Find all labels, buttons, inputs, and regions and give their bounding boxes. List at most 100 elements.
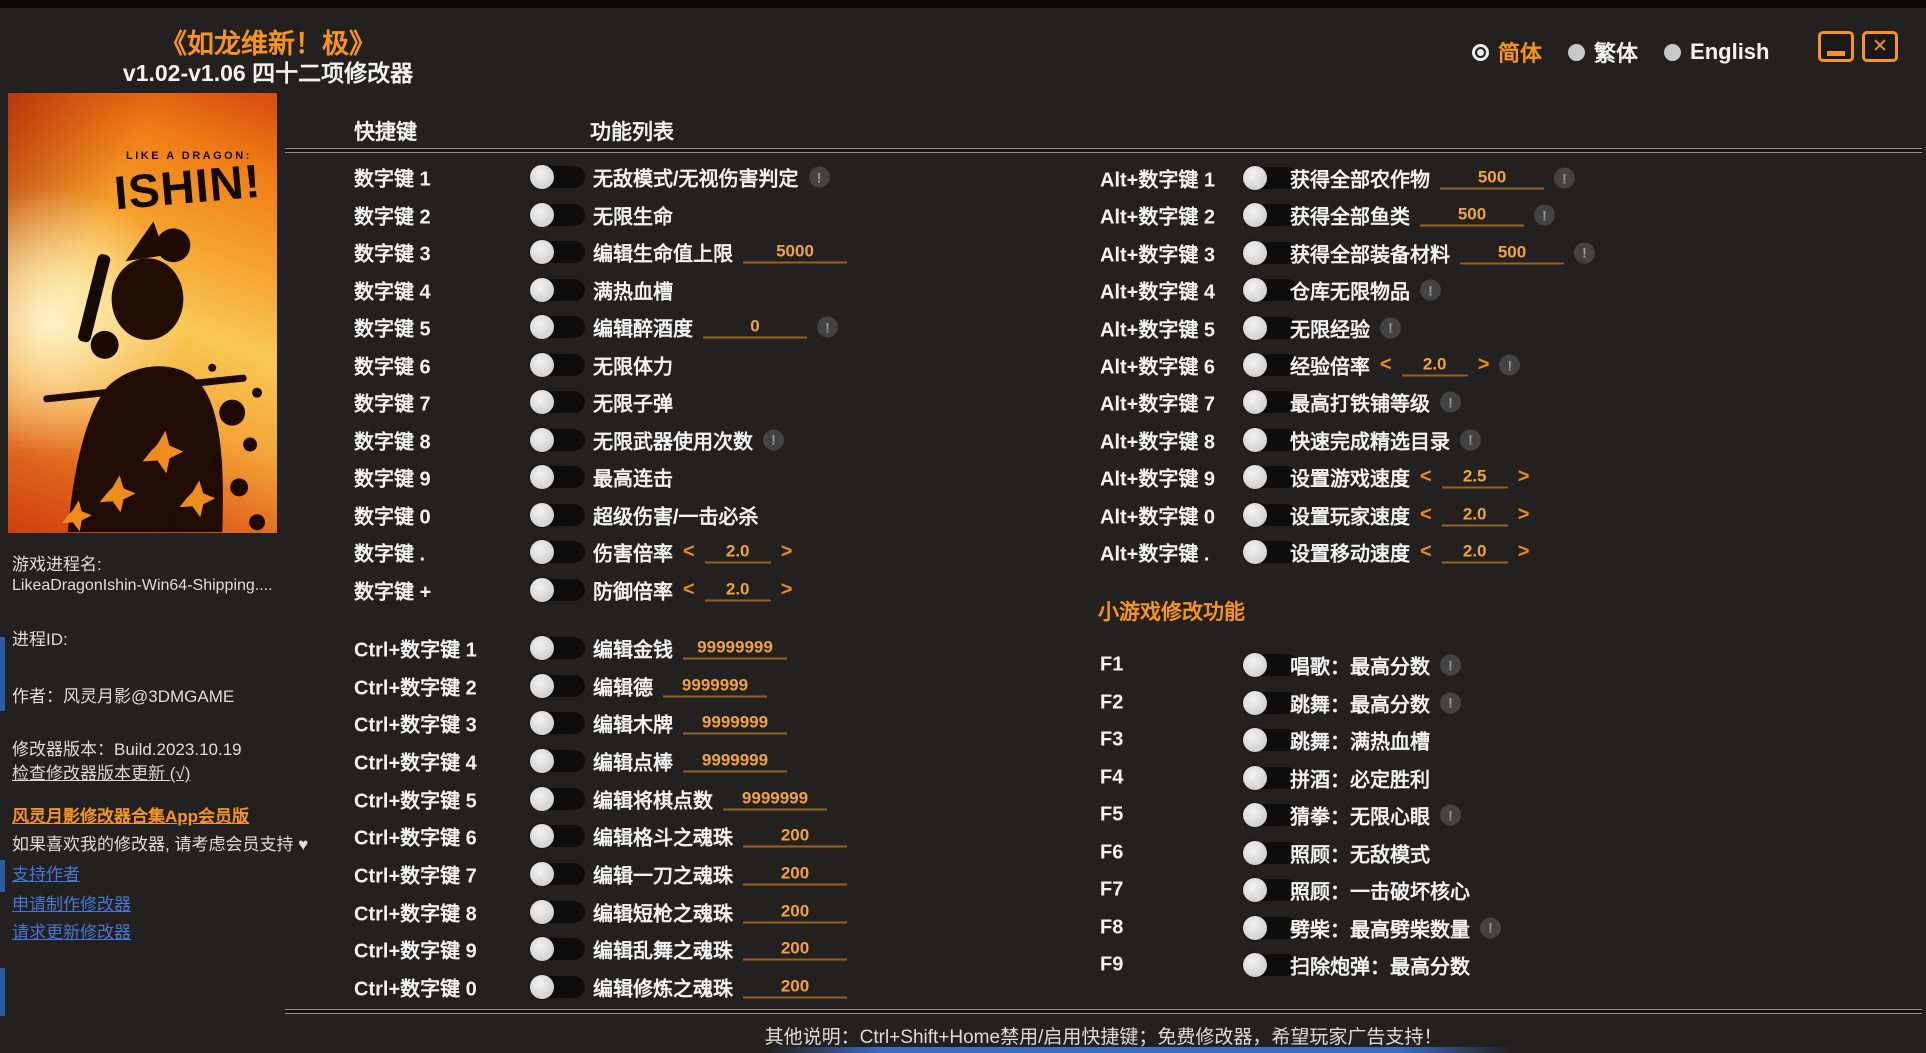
radio-icon [1664,43,1682,61]
warning-icon: ! [1440,804,1461,826]
trainer-row: Alt+数字键 3 获得全部装备材料 500! [0,238,1926,268]
toggle-knob [1243,653,1267,677]
trainer-row: F5 猜拳：无限心眼! [0,800,1926,830]
warning-icon: ! [1534,204,1555,226]
trainer-row: F9 扫除炮弹：最高分数 [0,950,1926,980]
lang-option-english[interactable]: English [1664,39,1769,65]
function-cell: 快速完成精选目录! [1290,425,1481,454]
value-input[interactable]: 500 [1460,241,1564,265]
toggle-knob [1243,315,1267,340]
function-label: 获得全部装备材料 [1290,244,1450,267]
warning-icon: ! [1554,167,1575,189]
function-column-header: 功能列表 [590,121,674,144]
warning-icon: ! [1440,654,1461,676]
function-cell: 照顾：一击破坏核心 [1290,876,1470,905]
spinner-decrease-arrow[interactable]: < [1380,354,1392,377]
spinner-value[interactable]: 2.0 [1441,541,1508,564]
toggle-knob [1243,915,1267,940]
spinner-decrease-arrow[interactable]: < [683,578,695,601]
hotkey-label: 数字键 + [354,581,432,603]
trainer-row: Alt+数字键 9 设置游戏速度 <2.5 > [0,462,1926,492]
radio-selected-icon [1472,43,1489,61]
hotkey-column-header: 快捷键 [354,121,417,144]
hotkey-label: F7 [1100,878,1124,901]
toggle-knob [1243,803,1267,827]
hotkey-label: F5 [1100,803,1124,826]
function-cell: 跳舞：最高分数! [1290,688,1461,717]
hotkey-label: Alt+数字键 8 [1100,431,1216,454]
value-input[interactable]: 500 [1420,204,1524,227]
footer-separator [285,1009,1922,1014]
lang-option-simplified[interactable]: 简体 [1472,36,1542,68]
spinner-increase-arrow[interactable]: > [781,578,793,601]
hotkey-label: Alt+数字键 7 [1100,393,1216,416]
value-input[interactable]: 500 [1440,167,1544,190]
function-cell: 拼酒：必定胜利 [1290,763,1430,792]
toggle-knob [1243,540,1267,564]
minimize-button[interactable] [1818,31,1854,62]
warning-icon: ! [1480,917,1501,938]
toggle-switch[interactable] [530,577,585,602]
spinner-decrease-arrow[interactable]: < [1420,466,1432,489]
toggle-knob [1243,465,1267,490]
toggle-knob [1243,840,1267,865]
function-cell: 获得全部装备材料 500! [1290,238,1595,267]
background-taskbar-artifact [770,1047,1510,1053]
spinner-value[interactable]: 2.5 [1441,466,1508,489]
hotkey-label: Alt+数字键 3 [1100,244,1216,267]
function-label: 获得全部鱼类 [1290,206,1410,229]
trainer-row: F2 跳舞：最高分数! [0,688,1926,718]
toggle-knob [1243,240,1267,265]
hotkey-label: Alt+数字键 4 [1100,281,1216,304]
spinner-decrease-arrow[interactable]: < [1420,503,1432,526]
spinner-increase-arrow[interactable]: > [1518,466,1530,489]
function-cell: 设置移动速度 <2.0 > [1290,538,1529,567]
function-label: 无限经验 [1290,319,1370,342]
toggle-knob [1243,390,1267,415]
function-label: 拼酒：必定胜利 [1290,769,1430,791]
toggle-knob [1243,203,1267,228]
toggle-knob [1243,690,1267,715]
spinner-value[interactable]: 2.0 [1401,354,1468,377]
hotkey-label: F8 [1100,916,1124,938]
function-label: 扫除炮弹：最高分数 [1290,956,1470,979]
trainer-row: Alt+数字键 5 无限经验! [0,313,1926,343]
function-cell: 劈柴：最高劈柴数量! [1290,913,1501,942]
function-cell: 最高打铁铺等级! [1290,388,1461,417]
function-label: 仓库无限物品 [1290,281,1410,304]
spinner-decrease-arrow[interactable]: < [1420,541,1432,564]
warning-icon: ! [1420,279,1441,301]
radio-icon [1568,43,1586,61]
function-cell: 仓库无限物品! [1290,276,1441,305]
trainer-row: Alt+数字键 . 设置移动速度 <2.0 > [0,537,1926,567]
function-label: 最高打铁铺等级 [1290,393,1430,416]
function-label: 劈柴：最高劈柴数量 [1290,919,1470,941]
toggle-knob [1243,953,1267,977]
spinner-increase-arrow[interactable]: > [1518,503,1530,526]
hotkey-label: Alt+数字键 1 [1100,169,1216,192]
hotkey-label: F3 [1100,728,1124,751]
minimize-icon [1827,50,1845,56]
warning-icon: ! [1460,429,1481,451]
background-window-artifact [0,860,5,892]
function-label: 猜拳：无限心眼 [1290,806,1430,829]
spinner-value[interactable]: 2.0 [704,578,771,601]
toggle-knob [1243,728,1267,752]
close-icon: ✕ [1872,36,1888,57]
function-cell: 设置玩家速度 <2.0 > [1290,500,1529,529]
function-label: 照顾：一击破坏核心 [1290,881,1470,904]
spinner-increase-arrow[interactable]: > [1518,541,1530,564]
trainer-row: F3 跳舞：满热血槽 [0,725,1926,755]
function-cell: 猜拳：无限心眼! [1290,801,1461,830]
hotkey-label: Alt+数字键 5 [1100,319,1216,342]
spinner-value[interactable]: 2.0 [1441,503,1508,527]
function-label: 防御倍率 [593,581,673,603]
lang-option-traditional[interactable]: 繁体 [1568,36,1638,68]
toggle-knob [1243,427,1267,452]
function-cell: 经验倍率 <2.0 >! [1290,351,1521,380]
function-label: 照顾：无敌模式 [1290,844,1430,866]
trainer-row: F8 劈柴：最高劈柴数量! [0,913,1926,943]
hotkey-label: Alt+数字键 9 [1100,468,1216,491]
spinner-increase-arrow[interactable]: > [1478,354,1490,377]
close-button[interactable]: ✕ [1862,31,1898,62]
